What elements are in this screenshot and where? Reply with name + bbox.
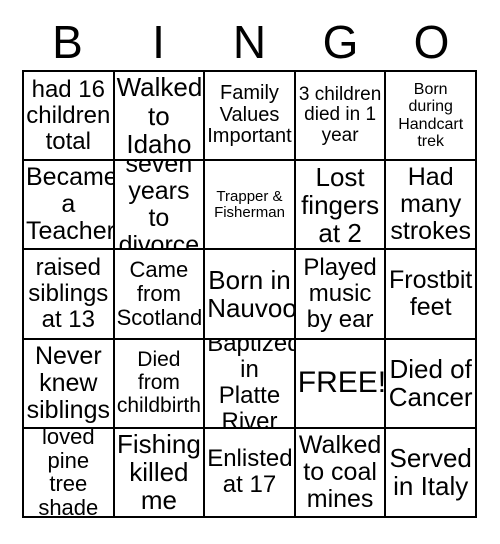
bingo-cell-text: 3 children died in 1 year xyxy=(298,83,382,146)
header-letter-n: N xyxy=(204,14,295,70)
bingo-cell[interactable]: Baptized in Platte River xyxy=(205,339,296,429)
header-letter-i: I xyxy=(113,14,204,70)
bingo-cell[interactable]: Came from Scotland xyxy=(114,250,206,340)
bingo-cell[interactable]: Walked to Idaho xyxy=(114,72,206,162)
bingo-cell-text: Lost fingers at 2 xyxy=(301,161,380,248)
bingo-cell[interactable]: 3 children died in 1 year xyxy=(295,72,387,162)
bingo-cell[interactable]: loved pine tree shade xyxy=(24,428,115,518)
bingo-cell-text: Born during Handcart trek xyxy=(398,81,464,150)
bingo-cell-text: seven years to divorce xyxy=(118,161,200,251)
bingo-cell[interactable]: Died of Cancer xyxy=(386,339,477,429)
bingo-cell-text: Played music by ear xyxy=(303,254,377,333)
header-letter-b-text: B xyxy=(52,16,83,68)
bingo-header: B I N G O xyxy=(22,14,477,70)
header-letter-o: O xyxy=(386,14,477,70)
bingo-cell[interactable]: seven years to divorce xyxy=(114,161,206,251)
header-letter-b: B xyxy=(22,14,113,70)
bingo-cell-text: Walked to Idaho xyxy=(116,72,203,159)
bingo-cell-text: Enlisted at 17 xyxy=(207,445,293,499)
bingo-cell[interactable]: Never knew siblings xyxy=(24,339,115,429)
bingo-cell[interactable]: Enlisted at 17 xyxy=(205,428,296,518)
bingo-cell-text: Died of Cancer xyxy=(388,354,473,413)
bingo-cell-text: Served in Italy xyxy=(389,443,472,502)
header-letter-i-text: I xyxy=(152,16,165,68)
bingo-cell-text: raised siblings at 13 xyxy=(28,254,109,333)
bingo-cell[interactable]: Born during Handcart trek xyxy=(386,72,477,162)
bingo-cell[interactable]: had 16 children total xyxy=(24,72,115,162)
bingo-cell-text: Walked to coal mines xyxy=(298,430,382,513)
header-letter-o-text: O xyxy=(413,16,450,68)
header-letter-g: G xyxy=(295,14,386,70)
header-letter-n-text: N xyxy=(232,16,267,68)
bingo-cell-free-space[interactable]: FREE! xyxy=(295,339,387,429)
bingo-cell-text: Became a Teacher xyxy=(26,163,115,246)
bingo-card: B I N G O had 16 children total Walked t… xyxy=(0,0,500,544)
bingo-cell-text: Frostbit feet xyxy=(389,265,473,321)
bingo-cell[interactable]: Born in Nauvoo xyxy=(205,250,296,340)
bingo-cell-text: Had many strokes xyxy=(390,163,471,246)
bingo-cell[interactable]: Played music by ear xyxy=(295,250,387,340)
bingo-cell-text: FREE! xyxy=(297,366,387,399)
bingo-cell-text: had 16 children total xyxy=(26,75,111,155)
bingo-cell-text: Family Values Important xyxy=(207,82,292,148)
bingo-cell[interactable]: raised siblings at 13 xyxy=(24,250,115,340)
bingo-cell[interactable]: Became a Teacher xyxy=(24,161,115,251)
bingo-cell[interactable]: Lost fingers at 2 xyxy=(295,161,387,251)
bingo-cell[interactable]: Frostbit feet xyxy=(386,250,477,340)
bingo-cell[interactable]: Fishing killed me xyxy=(114,428,206,518)
bingo-cell-text: Trapper & Fisherman xyxy=(214,187,285,221)
bingo-cell-text: loved pine tree shade xyxy=(38,428,99,518)
bingo-cell-text: Came from Scotland xyxy=(116,257,203,330)
bingo-cell-text: Fishing killed me xyxy=(116,429,201,516)
bingo-cell[interactable]: Trapper & Fisherman xyxy=(205,161,296,251)
bingo-cell[interactable]: Walked to coal mines xyxy=(295,428,387,518)
bingo-cell[interactable]: Died from childbirth xyxy=(114,339,206,429)
bingo-cell[interactable]: Served in Italy xyxy=(386,428,477,518)
bingo-cell[interactable]: Family Values Important xyxy=(205,72,296,162)
bingo-cell-text: Died from childbirth xyxy=(116,348,201,417)
bingo-grid: had 16 children total Walked to Idaho Fa… xyxy=(22,70,477,518)
bingo-cell[interactable]: Had many strokes xyxy=(386,161,477,251)
bingo-cell-text: Never knew siblings xyxy=(26,341,110,424)
bingo-cell-text: Born in Nauvoo xyxy=(207,264,296,323)
bingo-cell-text: Baptized in Platte River xyxy=(207,339,296,429)
header-letter-g-text: G xyxy=(322,16,359,68)
